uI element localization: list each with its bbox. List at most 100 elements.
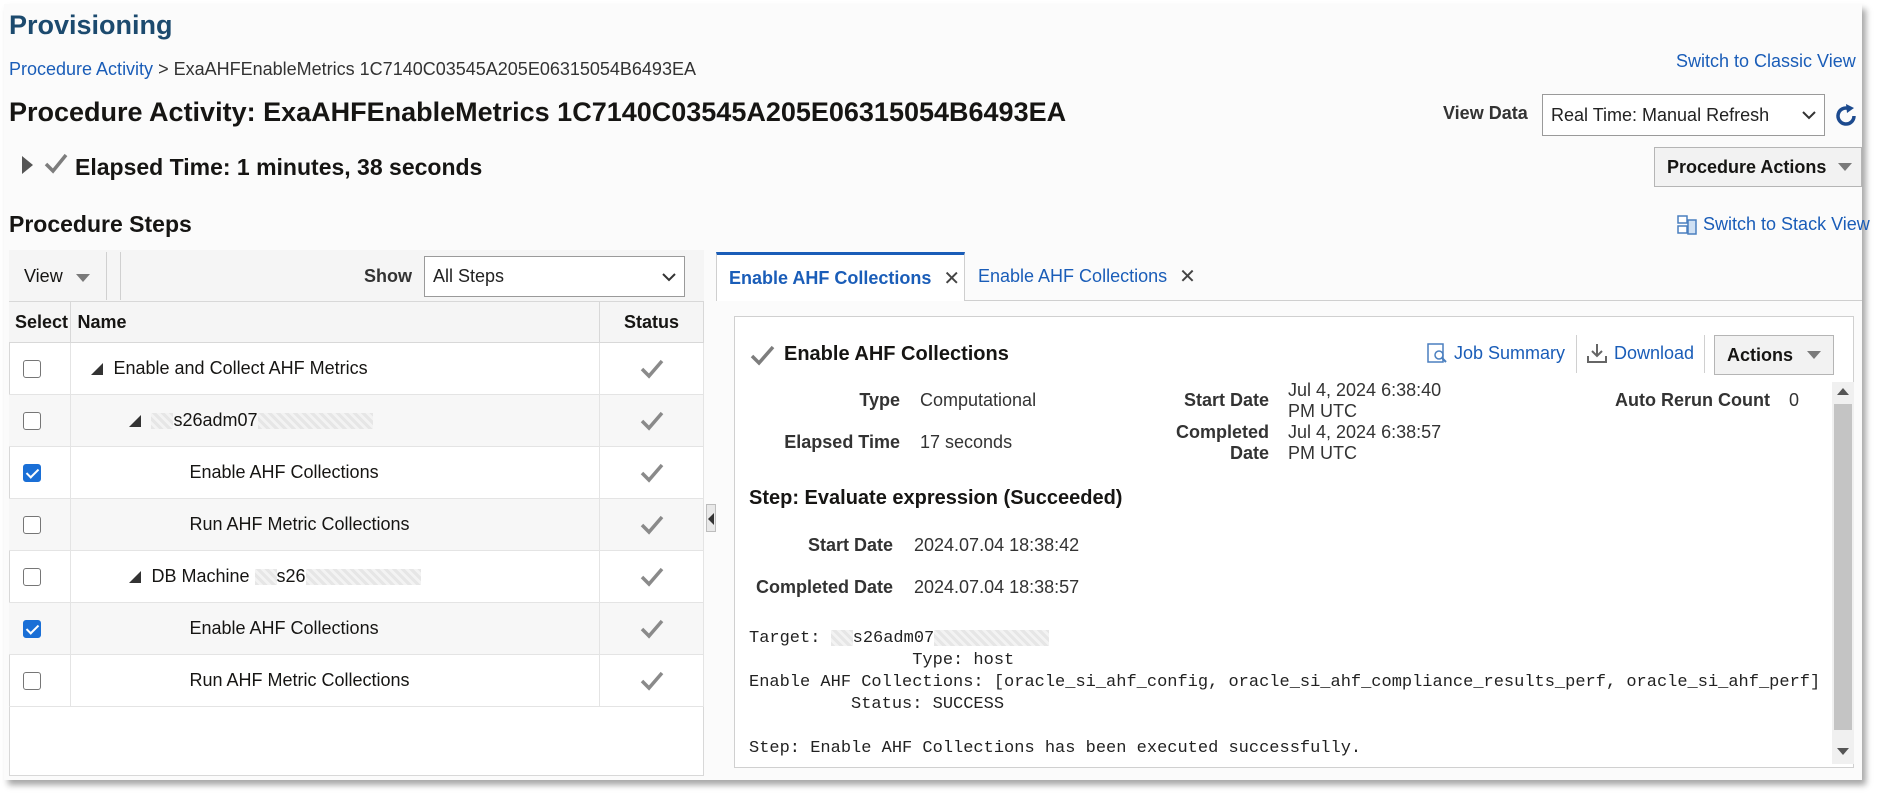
row-checkbox[interactable] xyxy=(23,671,41,690)
switch-to-stack-view[interactable]: Switch to Stack View xyxy=(1676,214,1870,236)
scroll-down-arrow-icon[interactable] xyxy=(1837,748,1849,755)
log-result-line: Step: Enable AHF Collections has been ex… xyxy=(749,739,1362,758)
breadcrumb-current: ExaAHFEnableMetrics 1C7140C03545A205E063… xyxy=(173,59,696,79)
job-summary-label: Job Summary xyxy=(1454,342,1566,363)
dropdown-caret-icon xyxy=(1838,163,1853,171)
switch-to-classic-view-link[interactable]: Switch to Classic View xyxy=(1676,51,1856,72)
expand-triangle-icon[interactable] xyxy=(22,156,33,174)
row-checkbox[interactable] xyxy=(23,567,41,586)
close-icon[interactable]: ✕ xyxy=(1179,264,1196,289)
table-row[interactable]: Enable AHF Collections xyxy=(9,602,704,655)
row-name: Enable and Collect AHF Metrics xyxy=(113,358,368,378)
table-row[interactable]: Enable and Collect AHF Metrics xyxy=(9,342,704,395)
row-checkbox[interactable] xyxy=(23,463,41,482)
collapse-triangle-icon[interactable] xyxy=(91,363,104,376)
procedure-actions-button[interactable]: Procedure Actions xyxy=(1654,147,1862,187)
column-header-name[interactable]: Name xyxy=(70,302,601,343)
toolbar-divider xyxy=(1576,335,1577,373)
checkmark-icon xyxy=(640,671,663,691)
job-summary-link[interactable]: Job Summary xyxy=(1426,342,1565,364)
table-row[interactable]: Run AHF Metric Collections xyxy=(9,498,704,551)
start-date-label: Start Date xyxy=(1183,390,1269,410)
view-data-value: Real Time: Manual Refresh xyxy=(1551,104,1770,125)
checkmark-icon xyxy=(640,619,663,639)
completed-date-value-line2: PM UTC xyxy=(1288,443,1357,463)
panel-splitter-handle[interactable] xyxy=(706,504,716,532)
checkmark-icon xyxy=(640,515,663,535)
refresh-icon[interactable] xyxy=(1832,102,1860,130)
toolbar-divider xyxy=(106,252,107,300)
collapse-triangle-icon[interactable] xyxy=(129,415,142,428)
row-checkbox[interactable] xyxy=(23,359,41,378)
log-collections-line: Enable AHF Collections: [oracle_si_ahf_c… xyxy=(749,673,1821,692)
checkmark-icon xyxy=(640,463,663,483)
redacted-text xyxy=(305,569,421,586)
table-row[interactable]: Run AHF Metric Collections xyxy=(9,654,704,707)
view-data-label: View Data xyxy=(1443,103,1528,123)
row-name: DB Machine xyxy=(151,566,250,586)
chevron-down-icon xyxy=(662,272,676,281)
collapse-triangle-icon[interactable] xyxy=(129,571,142,584)
checkmark-icon xyxy=(44,153,68,174)
start-date-value-line2: PM UTC xyxy=(1288,401,1357,421)
table-row[interactable]: s26adm07 xyxy=(9,394,704,447)
view-menu-label: View xyxy=(24,266,63,286)
switch-to-stack-view-link[interactable]: Switch to Stack View xyxy=(1703,214,1870,234)
procedure-steps-title: Procedure Steps xyxy=(9,211,192,237)
detail-title: Enable AHF Collections xyxy=(784,343,1009,365)
step-completed-date-label: Completed Date xyxy=(755,577,893,597)
column-header-select: Select xyxy=(9,302,72,343)
show-label: Show xyxy=(364,266,412,286)
show-value: All Steps xyxy=(433,266,505,286)
redacted-text xyxy=(151,413,174,430)
stack-view-icon xyxy=(1677,215,1697,235)
redacted-text xyxy=(934,629,1050,646)
breadcrumb: Procedure Activity > ExaAHFEnableMetrics… xyxy=(9,59,696,80)
completed-date-label-line2: Date xyxy=(1229,443,1269,463)
breadcrumb-procedure-activity-link[interactable]: Procedure Activity xyxy=(9,59,153,79)
tab-enable-ahf-collections[interactable]: Enable AHF Collections ✕ xyxy=(978,252,1196,301)
step-start-date-label: Start Date xyxy=(807,535,893,555)
row-checkbox[interactable] xyxy=(23,411,41,430)
row-name: Run AHF Metric Collections xyxy=(189,514,410,534)
row-checkbox[interactable] xyxy=(23,515,41,534)
auto-rerun-count-label: Auto Rerun Count xyxy=(1615,390,1770,410)
start-date-value-line1: Jul 4, 2024 6:38:40 xyxy=(1288,380,1442,400)
log-target-prefix: Target: xyxy=(749,629,831,648)
actions-button[interactable]: Actions xyxy=(1714,335,1834,375)
row-name: Enable AHF Collections xyxy=(189,618,379,638)
actions-label: Actions xyxy=(1727,344,1794,365)
row-checkbox[interactable] xyxy=(23,619,41,638)
download-label: Download xyxy=(1614,342,1695,363)
checkmark-icon xyxy=(750,345,775,366)
table-row[interactable]: DB Machine s26 xyxy=(9,550,704,603)
close-icon[interactable]: ✕ xyxy=(943,266,960,291)
table-row[interactable]: Enable AHF Collections xyxy=(9,446,704,499)
redacted-text xyxy=(830,629,853,646)
log-status-line: Status: SUCCESS xyxy=(749,695,1005,714)
completed-date-label-line1: Completed xyxy=(1175,422,1269,442)
row-name-suffix: s26 xyxy=(276,566,306,586)
procedure-actions-label: Procedure Actions xyxy=(1667,156,1827,177)
elapsed-time-value: 17 seconds xyxy=(920,432,1013,452)
row-name: s26adm07 xyxy=(173,410,258,430)
tab-enable-ahf-collections-active[interactable]: Enable AHF Collections ✕ xyxy=(716,252,965,301)
redacted-text xyxy=(257,413,373,430)
show-select[interactable]: All Steps xyxy=(424,256,685,297)
elapsed-time: Elapsed Time: 1 minutes, 38 seconds xyxy=(75,154,483,180)
job-summary-icon xyxy=(1427,343,1447,363)
step-heading: Step: Evaluate expression (Succeeded) xyxy=(749,487,1123,509)
step-completed-date-value: 2024.07.04 18:38:57 xyxy=(914,577,1080,597)
download-icon xyxy=(1587,344,1607,363)
toolbar-divider xyxy=(1704,335,1705,373)
download-link[interactable]: Download xyxy=(1586,342,1694,364)
log-target-line: Target: s26adm07 xyxy=(749,629,1050,648)
dropdown-caret-icon xyxy=(75,274,90,282)
auto-rerun-count-value: 0 xyxy=(1789,390,1800,410)
scroll-up-arrow-icon[interactable] xyxy=(1837,388,1849,395)
view-data-select[interactable]: Real Time: Manual Refresh xyxy=(1542,94,1825,136)
page-heading: Procedure Activity: ExaAHFEnableMetrics … xyxy=(9,97,1067,127)
log-target: s26adm07 xyxy=(852,629,935,648)
view-menu[interactable]: View xyxy=(24,266,90,287)
scrollbar-thumb[interactable] xyxy=(1834,404,1852,730)
